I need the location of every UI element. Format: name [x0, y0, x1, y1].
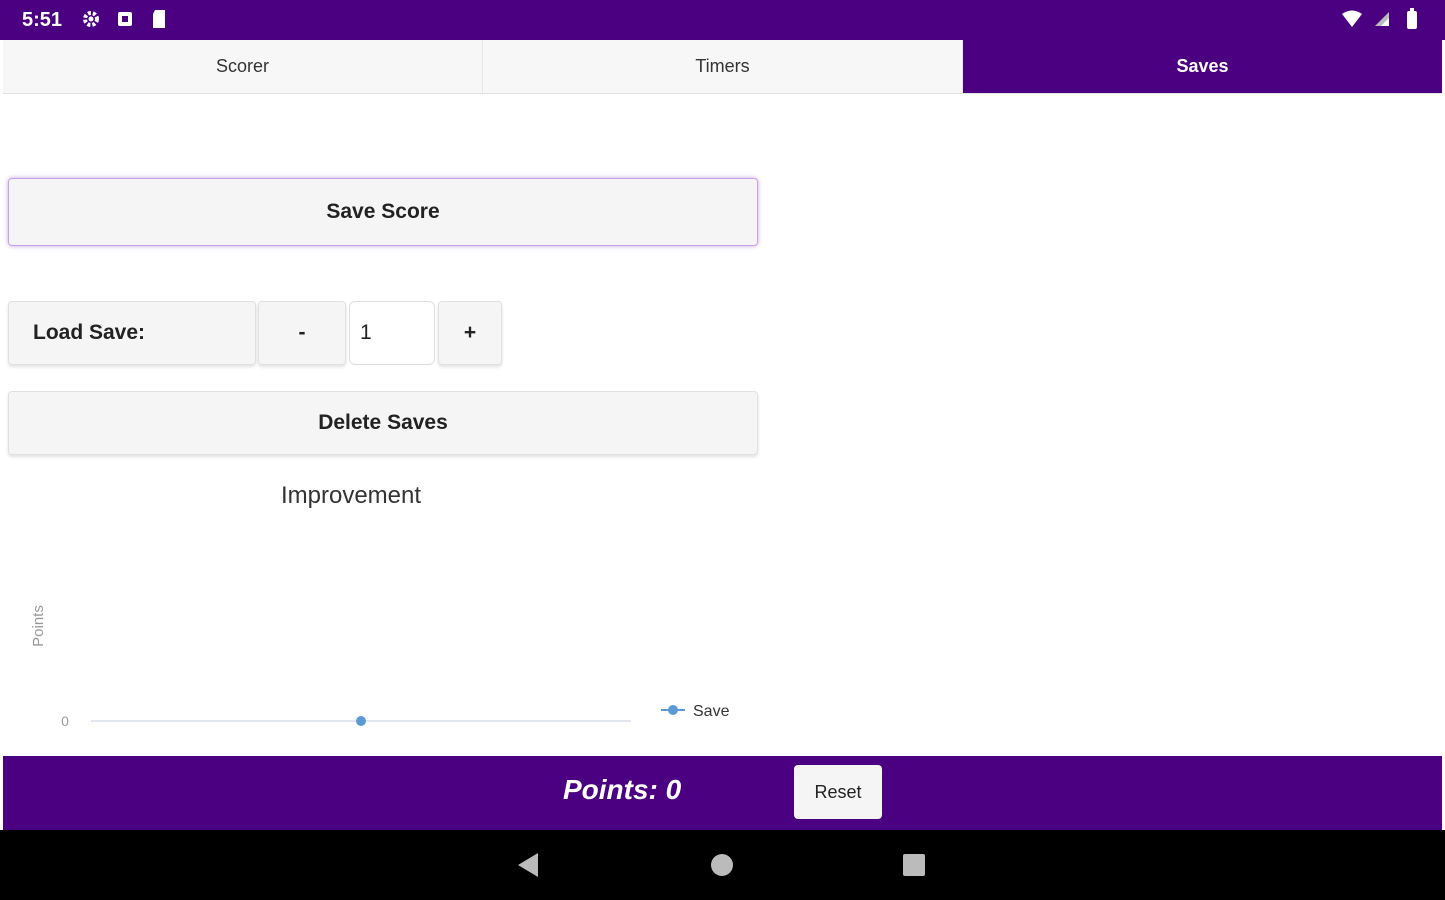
- status-bar: 5:51: [0, 0, 1445, 40]
- tab-bar: Scorer Timers Saves: [3, 40, 1442, 94]
- home-icon[interactable]: [707, 850, 737, 880]
- legend-marker: [668, 705, 678, 715]
- status-icons-left: [80, 8, 170, 30]
- points-display: Points: 0: [563, 774, 682, 805]
- tab-scorer[interactable]: Scorer: [3, 40, 483, 93]
- chart-grid: 00: [61, 713, 631, 729]
- chart-legend: Save: [661, 703, 730, 720]
- save-index-input[interactable]: [349, 301, 435, 365]
- reset-button[interactable]: Reset: [794, 765, 882, 819]
- decrement-button[interactable]: -: [258, 301, 346, 365]
- y-tick-label: 0: [61, 713, 69, 729]
- chart-svg: Improvement Points 00 Save: [30, 482, 730, 729]
- saves-panel: Save Score Load Save: - + Delete Saves I…: [3, 94, 1442, 756]
- recents-icon[interactable]: [899, 850, 929, 880]
- legend-label: Save: [693, 703, 730, 720]
- delete-saves-button[interactable]: Delete Saves: [8, 391, 758, 455]
- improvement-chart: Improvement Points 00 Save: [3, 469, 763, 754]
- increment-button[interactable]: +: [438, 301, 502, 365]
- signal-icon: [1371, 8, 1393, 30]
- tab-saves[interactable]: Saves: [963, 40, 1442, 93]
- sd-card-icon: [148, 8, 170, 30]
- status-icons-right: [1341, 8, 1423, 30]
- status-time: 5:51: [22, 9, 63, 31]
- data-point: [356, 716, 366, 726]
- chart-y-axis-label: Points: [30, 605, 47, 647]
- save-score-button[interactable]: Save Score: [8, 178, 758, 246]
- tab-timers[interactable]: Timers: [483, 40, 963, 93]
- load-save-label: Load Save:: [8, 301, 256, 365]
- notification-icon: [114, 8, 136, 30]
- battery-icon: [1401, 8, 1423, 30]
- gear-icon: [80, 8, 102, 30]
- navigation-bar: [0, 830, 1445, 900]
- chart-marks: [356, 716, 366, 726]
- bottom-bar: Points: 0 Reset: [3, 756, 1442, 830]
- chart-title: Improvement: [281, 482, 421, 509]
- wifi-icon: [1341, 8, 1363, 30]
- back-icon[interactable]: [513, 850, 543, 880]
